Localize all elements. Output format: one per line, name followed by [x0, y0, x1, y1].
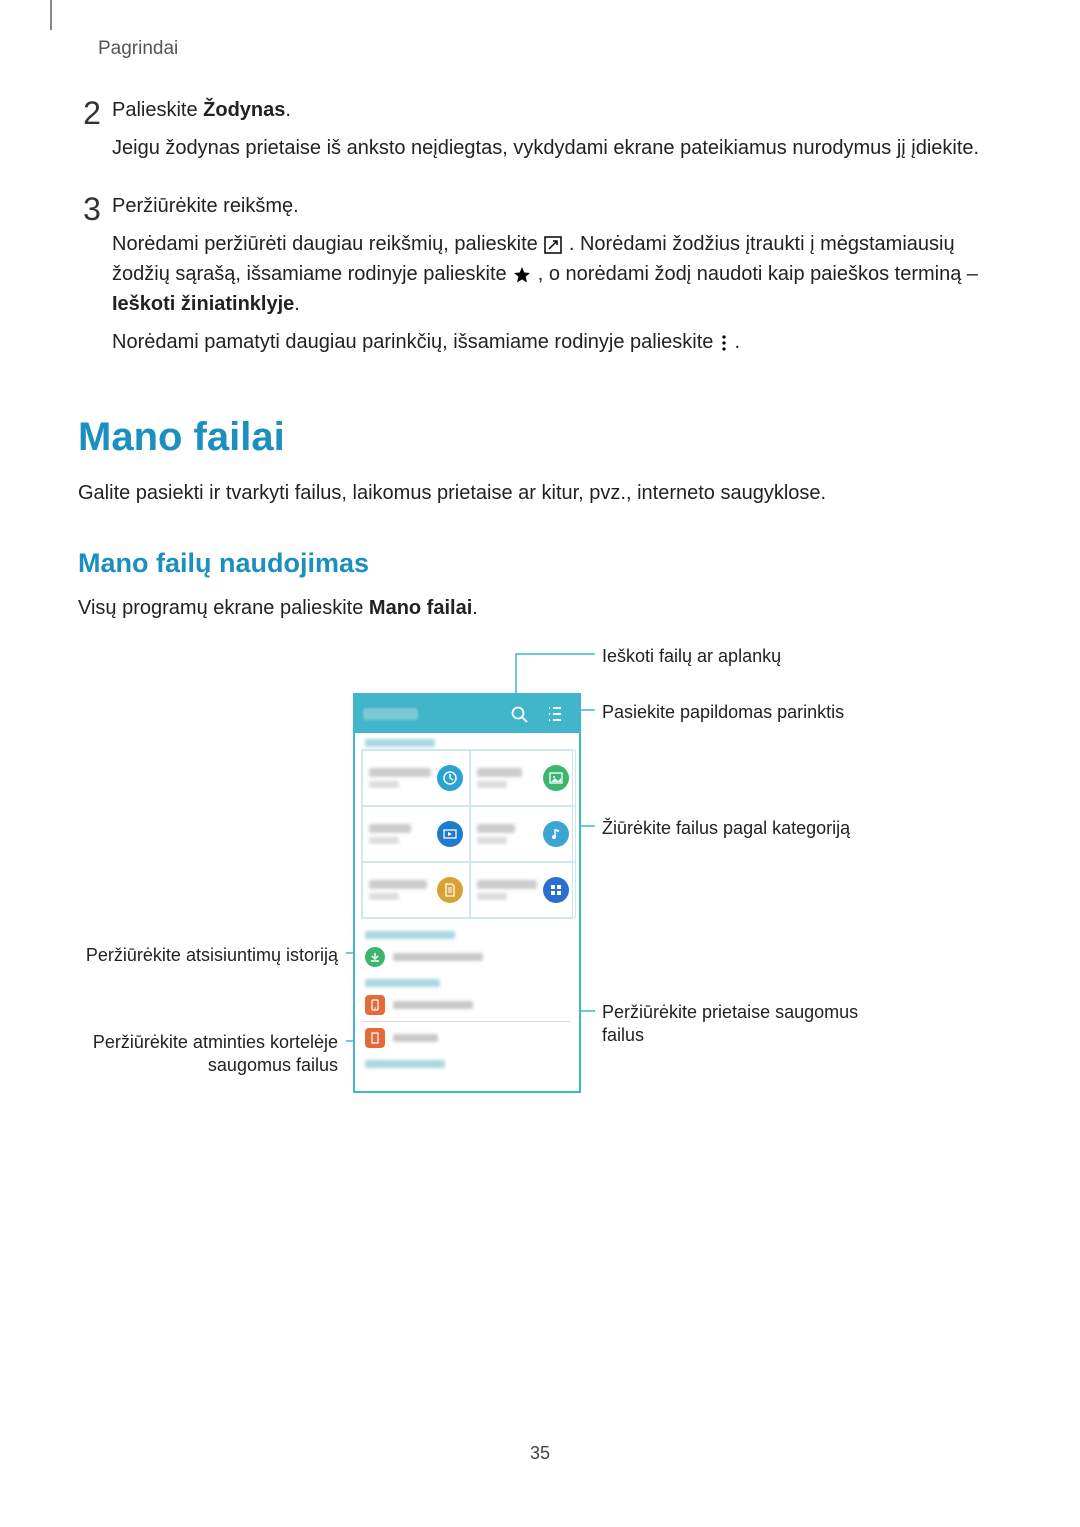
- category-grid: [361, 749, 573, 919]
- section-header: Pagrindai: [98, 38, 178, 60]
- text: .: [472, 597, 478, 619]
- callout-device: Peržiūrėkite prietaise saugomus failus: [602, 1001, 892, 1048]
- step-2: 2 Palieskite Žodynas. Jeigu žodynas prie…: [78, 95, 1008, 163]
- callout-downloads: Peržiūrėkite atsisiuntimų istoriją: [86, 944, 338, 967]
- documents-icon: [437, 877, 463, 903]
- phone-mock: [353, 693, 581, 1093]
- callout-sdcard: Peržiūrėkite atminties kortelėje saugomu…: [78, 1031, 338, 1078]
- step-number: 2: [78, 97, 106, 129]
- sd-card-icon: [365, 1028, 385, 1048]
- text: .: [294, 293, 300, 315]
- page-number: 35: [0, 1443, 1080, 1464]
- intro-text: Galite pasiekti ir tvarkyti failus, laik…: [78, 478, 1008, 508]
- text: Norėdami pamatyti daugiau parinkčių, išs…: [112, 331, 719, 353]
- device-storage-row: [355, 989, 579, 1021]
- downloaded-apps-icon: [543, 877, 569, 903]
- text: Palieskite: [112, 99, 203, 121]
- heading-mano-failai: Mano failai: [78, 415, 1008, 460]
- step-title: Peržiūrėkite reikšmę.: [112, 191, 1008, 221]
- sd-card-row: [355, 1022, 579, 1054]
- images-icon: [543, 765, 569, 791]
- step-paragraph: Jeigu žodynas prietaise iš anksto neįdie…: [112, 133, 1008, 163]
- subheading: Mano failų naudojimas: [78, 548, 1008, 579]
- step-3: 3 Peržiūrėkite reikšmę. Norėdami peržiūr…: [78, 191, 1008, 357]
- text: Norėdami peržiūrėti daugiau reikšmių, pa…: [112, 233, 543, 255]
- audio-icon: [543, 821, 569, 847]
- bold-text: Mano failai: [369, 597, 472, 619]
- callout-options: Pasiekite papildomas parinktis: [602, 701, 844, 724]
- expand-icon: [543, 235, 563, 255]
- text: , o norėdami žodį naudoti kaip paieškos …: [538, 263, 978, 285]
- bold-text: Ieškoti žiniatinklyje: [112, 293, 294, 315]
- videos-icon: [437, 821, 463, 847]
- step-number: 3: [78, 193, 106, 225]
- download-history-row: [355, 941, 579, 973]
- diagram: Ieškoti failų ar aplankų Pasiekite papil…: [78, 643, 1008, 1143]
- callout-search: Ieškoti failų ar aplankų: [602, 645, 781, 668]
- star-icon: [512, 265, 532, 285]
- text: .: [735, 331, 741, 353]
- text: .: [285, 99, 291, 121]
- recent-icon: [437, 765, 463, 791]
- more-icon: [719, 333, 729, 353]
- search-icon: [511, 706, 529, 729]
- bold-text: Žodynas: [203, 99, 285, 121]
- callout-category: Žiūrėkite failus pagal kategoriją: [602, 817, 850, 840]
- device-storage-icon: [365, 995, 385, 1015]
- phone-header: [355, 695, 579, 733]
- more-icon: [547, 704, 563, 729]
- text: Visų programų ekrane palieskite: [78, 597, 369, 619]
- app-title-blurred: [363, 708, 418, 720]
- download-icon: [365, 947, 385, 967]
